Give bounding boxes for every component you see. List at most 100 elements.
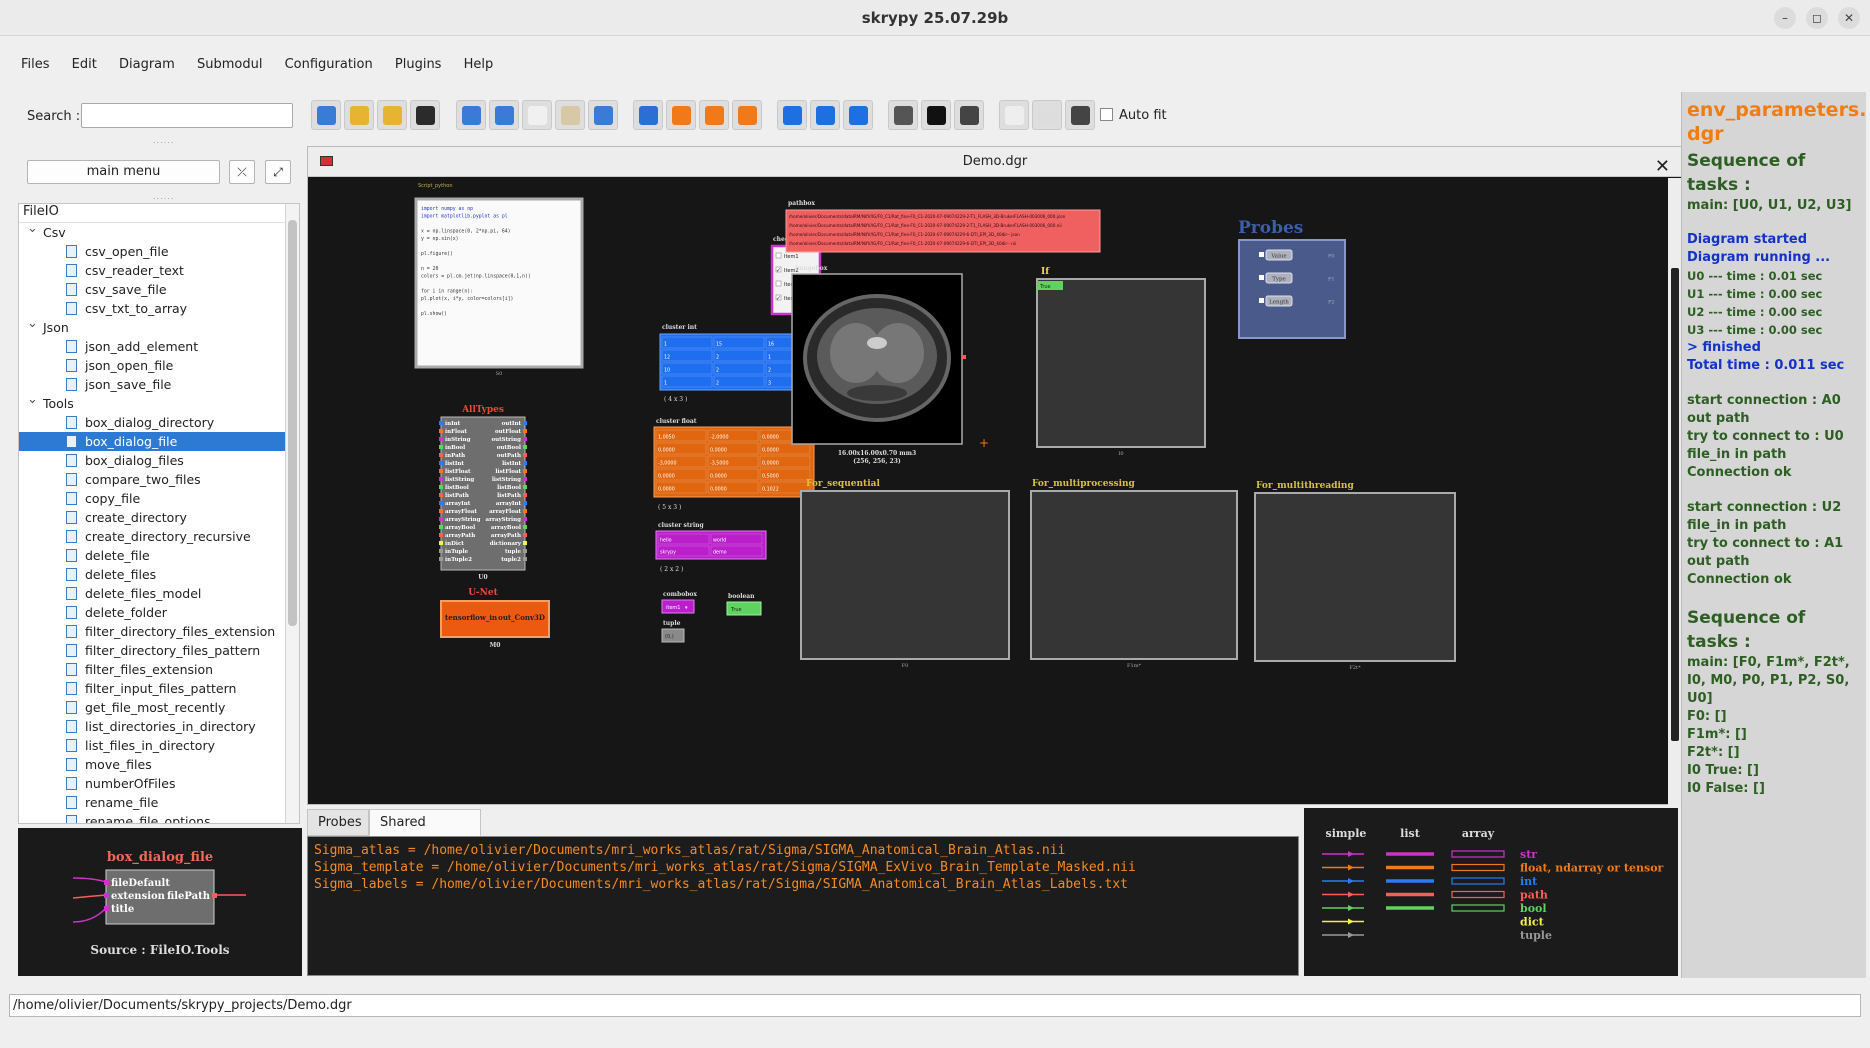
cluster-cell[interactable] bbox=[713, 362, 765, 375]
tree-category[interactable]: Tools bbox=[19, 390, 299, 413]
script-block[interactable] bbox=[414, 197, 584, 369]
for-multiprocessing-id: F1m* bbox=[1127, 663, 1141, 669]
tree-item[interactable]: move_files bbox=[19, 755, 299, 774]
tree-item[interactable]: delete_files bbox=[19, 565, 299, 584]
splitter-handle[interactable]: ...... bbox=[153, 136, 174, 145]
alltypes-input: listString bbox=[445, 477, 474, 483]
document-button[interactable] bbox=[954, 100, 984, 130]
tree-item[interactable]: delete_files_model bbox=[19, 584, 299, 603]
menu-plugins[interactable]: Plugins bbox=[392, 55, 445, 74]
tree-item[interactable]: csv_reader_text bbox=[19, 261, 299, 280]
undo-button[interactable] bbox=[456, 100, 486, 130]
layout-button[interactable] bbox=[1032, 100, 1062, 130]
edit-button[interactable] bbox=[410, 100, 440, 130]
splitter-handle[interactable]: ...... bbox=[153, 192, 174, 201]
cluster-cell[interactable] bbox=[713, 375, 765, 388]
tree-item[interactable]: get_file_most_recently bbox=[19, 698, 299, 717]
maximize-button[interactable]: ◻ bbox=[1806, 7, 1828, 29]
autofit-toggle[interactable]: Auto fit bbox=[1100, 108, 1167, 123]
tree-item[interactable]: csv_open_file bbox=[19, 242, 299, 261]
diagram-scrollbar[interactable] bbox=[1668, 178, 1682, 805]
tree-item[interactable]: json_save_file bbox=[19, 375, 299, 394]
copy-button[interactable] bbox=[522, 100, 552, 130]
diagram-scroll-thumb[interactable] bbox=[1671, 268, 1679, 741]
tree-item[interactable]: copy_file bbox=[19, 489, 299, 508]
tree-item[interactable]: numberOfFiles bbox=[19, 774, 299, 793]
menu-help[interactable]: Help bbox=[461, 55, 497, 74]
tools-button[interactable] bbox=[888, 100, 918, 130]
fit-screen-button[interactable] bbox=[1065, 100, 1095, 130]
for-multithreading-block[interactable] bbox=[1254, 492, 1456, 662]
step-blue-button[interactable] bbox=[810, 100, 840, 130]
save-button[interactable] bbox=[377, 100, 407, 130]
tree-item[interactable]: filter_directory_files_pattern bbox=[19, 641, 299, 660]
autofit-checkbox[interactable] bbox=[1100, 108, 1113, 121]
tree-item-label: filter_files_extension bbox=[85, 662, 214, 677]
refresh-button[interactable] bbox=[588, 100, 618, 130]
text-a-button[interactable] bbox=[633, 100, 663, 130]
tree-item[interactable]: create_directory_recursive bbox=[19, 527, 299, 546]
expand-tree-button[interactable]: ⤢ bbox=[265, 160, 291, 184]
tree-item[interactable]: rename_file bbox=[19, 793, 299, 812]
checkbox-box[interactable] bbox=[775, 252, 782, 259]
tree-item[interactable]: filter_files_extension bbox=[19, 660, 299, 679]
tree-item[interactable]: box_dialog_files bbox=[19, 451, 299, 470]
tree-item[interactable]: json_add_element bbox=[19, 337, 299, 356]
menu-configuration[interactable]: Configuration bbox=[282, 55, 376, 74]
tree-scroll-thumb[interactable] bbox=[288, 220, 297, 626]
open-folder-button[interactable] bbox=[344, 100, 374, 130]
step-orange-button[interactable] bbox=[699, 100, 729, 130]
tree-category[interactable]: Csv bbox=[19, 219, 299, 242]
tree-item[interactable]: delete_folder bbox=[19, 603, 299, 622]
tree-item[interactable]: csv_txt_to_array bbox=[19, 299, 299, 318]
cluster-cell[interactable] bbox=[713, 349, 765, 362]
checkbox-box[interactable] bbox=[775, 280, 782, 287]
close-window-button[interactable]: ✕ bbox=[1838, 7, 1860, 29]
paste-button[interactable] bbox=[555, 100, 585, 130]
redo-button[interactable] bbox=[489, 100, 519, 130]
menu-diagram[interactable]: Diagram bbox=[116, 55, 178, 74]
diagram-canvas[interactable]: Script_python import numpy as np import m… bbox=[308, 178, 1670, 805]
tab-probes[interactable]: Probes bbox=[307, 809, 369, 836]
for-multiprocessing-block[interactable] bbox=[1030, 490, 1238, 660]
tree-item[interactable]: compare_two_files bbox=[19, 470, 299, 489]
menu-submodul[interactable]: Submodul bbox=[194, 55, 265, 74]
tree-category[interactable]: Json bbox=[19, 314, 299, 337]
tree-item[interactable]: list_directories_in_directory bbox=[19, 717, 299, 736]
tree-item[interactable]: rename_file_options bbox=[19, 812, 299, 823]
play-orange-button[interactable] bbox=[666, 100, 696, 130]
terminal-button[interactable] bbox=[921, 100, 951, 130]
tree-scrollbar[interactable] bbox=[285, 204, 299, 823]
windows-button[interactable] bbox=[999, 100, 1029, 130]
tab-shared-memory[interactable]: Shared Memory bbox=[369, 809, 481, 856]
tree-item[interactable]: json_open_file bbox=[19, 356, 299, 375]
tree-item[interactable]: filter_input_files_pattern bbox=[19, 679, 299, 698]
fast-forward-blue-button[interactable] bbox=[843, 100, 873, 130]
search-input[interactable] bbox=[81, 103, 293, 128]
preview-input: extension bbox=[111, 891, 166, 902]
for-sequential-block[interactable] bbox=[800, 490, 1010, 660]
new-file-button[interactable] bbox=[311, 100, 341, 130]
cluster-cell[interactable] bbox=[661, 336, 713, 349]
tree-item[interactable]: box_dialog_directory bbox=[19, 413, 299, 432]
minimize-button[interactable]: – bbox=[1774, 7, 1796, 29]
tree-item[interactable]: create_directory bbox=[19, 508, 299, 527]
play-blue-button[interactable] bbox=[777, 100, 807, 130]
cluster-cell[interactable] bbox=[661, 375, 713, 388]
tree-item[interactable]: delete_file bbox=[19, 546, 299, 565]
fast-forward-orange-button[interactable] bbox=[732, 100, 762, 130]
shared-memory-console[interactable]: Sigma_atlas = /home/olivier/Documents/mr… bbox=[307, 836, 1299, 976]
menu-files[interactable]: Files bbox=[18, 55, 53, 74]
file-icon bbox=[66, 435, 77, 448]
if-block[interactable] bbox=[1036, 278, 1206, 448]
menu-edit[interactable]: Edit bbox=[69, 55, 100, 74]
tree-item[interactable]: box_dialog_file bbox=[19, 432, 299, 451]
alltypes-output-port bbox=[523, 429, 527, 433]
diagram-svg[interactable]: Script_python import numpy as np import m… bbox=[308, 178, 1670, 805]
tree-item[interactable]: filter_directory_files_extension bbox=[19, 622, 299, 641]
imagebox-info: 16.00x16.00x0.70 mm3 bbox=[838, 450, 916, 457]
tree-item[interactable]: csv_save_file bbox=[19, 280, 299, 299]
main-menu-button[interactable]: main menu bbox=[27, 160, 220, 184]
collapse-tree-button[interactable]: ⤫ bbox=[229, 160, 255, 184]
tree-item[interactable]: list_files_in_directory bbox=[19, 736, 299, 755]
